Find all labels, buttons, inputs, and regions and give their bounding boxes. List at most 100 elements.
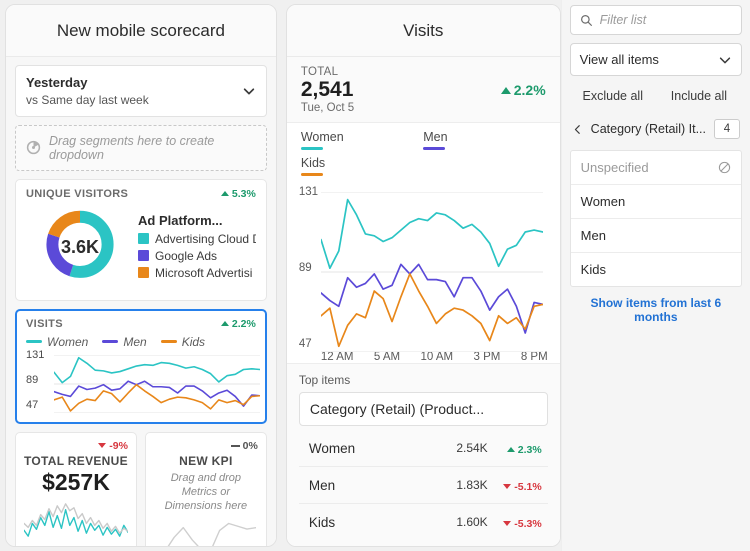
- triangle-up-icon: [220, 321, 229, 327]
- list-item[interactable]: Unspecified: [570, 151, 741, 185]
- list-item-label: Kids: [580, 262, 606, 277]
- chevron-down-icon: [719, 56, 731, 63]
- visits-mini-chart: 131 89 47: [26, 348, 256, 417]
- table-row[interactable]: Men 1.83K -5.1%: [298, 467, 548, 504]
- scorecard-preview-panel: New mobile scorecard Yesterday vs Same d…: [5, 4, 277, 547]
- category-breadcrumb: Category (Retail) It... 4: [570, 114, 742, 144]
- tile-title: TOTAL REVENUE: [24, 453, 128, 468]
- row-value: 2.54K: [456, 441, 488, 455]
- detail-line-chart: 131 89 47: [287, 184, 560, 351]
- filter-list-input[interactable]: Filter list: [569, 5, 742, 35]
- total-delta: 2.2%: [500, 82, 546, 99]
- include-all-button[interactable]: Include all: [656, 82, 742, 110]
- legend-item: Google Ads: [138, 249, 256, 263]
- row-delta: 2.3%: [498, 439, 542, 457]
- x-tick-label: 5 AM: [373, 351, 401, 363]
- tile-delta: -9%: [98, 440, 128, 452]
- tile-title: NEW KPI: [179, 453, 233, 468]
- triangle-up-icon: [506, 447, 515, 452]
- x-axis-labels: 12 AM 5 AM 10 AM 3 PM 8 PM: [287, 351, 560, 363]
- category-name: Category (Retail) It...: [590, 122, 706, 136]
- detail-total: TOTAL 2,541 Tue, Oct 5 2.2%: [286, 57, 560, 124]
- search-icon: [580, 14, 592, 26]
- legend-label: Advertising Cloud D: [155, 231, 256, 246]
- list-item-label: Women: [580, 194, 626, 209]
- legend-item: Kids: [160, 334, 206, 349]
- tile-unique-visitors[interactable]: UNIQUE VISITORS 5.3% 3.6K Ad Platform...…: [15, 178, 267, 301]
- legend-color-bar: [300, 173, 323, 177]
- tile-delta: 5.3%: [220, 187, 256, 200]
- legend-item: Microsoft Advertisi: [138, 266, 256, 280]
- donut-svg: [46, 210, 114, 278]
- new-kpi-sparkline: [156, 520, 256, 546]
- date-range-value: Yesterday: [26, 75, 88, 90]
- date-range-comparison: vs Same day last week: [26, 92, 149, 107]
- legend-swatch: [138, 233, 149, 245]
- donut-legend: Ad Platform... Advertising Cloud D Googl…: [134, 213, 256, 283]
- row-name: Kids: [308, 514, 336, 530]
- legend-label: Kids: [300, 156, 326, 171]
- table-row[interactable]: Kids 1.60K -5.3%: [298, 504, 548, 540]
- list-item[interactable]: Women: [570, 185, 741, 219]
- legend-label: Microsoft Advertisi: [155, 265, 253, 280]
- legend-item: Advertising Cloud D: [138, 232, 256, 246]
- legend-item: Women: [26, 335, 88, 349]
- legend-line-swatch: [160, 340, 177, 343]
- row-delta-value: -5.1%: [514, 480, 542, 493]
- top-items-dimension-select[interactable]: Category (Retail) (Product...: [298, 392, 548, 426]
- tile-total-revenue[interactable]: -9% TOTAL REVENUE $257K: [15, 431, 137, 546]
- y-tick-label: 47: [26, 398, 39, 411]
- legend-item-men[interactable]: Men: [423, 130, 545, 151]
- y-tick-label: 47: [298, 338, 312, 351]
- tile-header: VISITS 2.2%: [26, 318, 256, 330]
- date-range-selector[interactable]: Yesterday vs Same day last week: [15, 65, 267, 117]
- filter-rail: Filter list View all items Exclude all I…: [560, 0, 750, 551]
- tile-title: UNIQUE VISITORS: [26, 187, 129, 200]
- tile-delta-value: -9%: [109, 439, 128, 452]
- total-value: 2,541: [300, 78, 354, 101]
- view-selector[interactable]: View all items: [569, 43, 742, 76]
- list-item-label: Unspecified: [580, 160, 649, 175]
- y-tick-label: 89: [298, 262, 312, 275]
- tile-visits[interactable]: VISITS 2.2% Women Men Kids 131 89 47: [15, 308, 267, 424]
- visits-mini-svg: [54, 355, 260, 413]
- top-items-section: Top items Category (Retail) (Product... …: [286, 363, 560, 546]
- tile-delta-value: 5.3%: [231, 187, 256, 200]
- row-name: Men: [308, 477, 336, 493]
- show-more-link[interactable]: Show items from last 6 months: [570, 287, 742, 324]
- tile-delta: 2.2%: [220, 318, 256, 330]
- total-label: TOTAL: [300, 66, 339, 78]
- chevron-down-icon: [243, 88, 255, 95]
- scorecard-canvas: Yesterday vs Same day last week Drag seg…: [6, 57, 276, 546]
- tile-hint: Drag and drop Metrics or Dimensions here: [164, 471, 248, 513]
- legend-label: Google Ads: [155, 248, 218, 263]
- segment-dropzone-label: Drag segments here to create dropdown: [49, 133, 215, 162]
- legend-swatch: [138, 267, 149, 279]
- segment-dropzone[interactable]: Drag segments here to create dropdown: [15, 124, 267, 171]
- tile-delta-line: 0%: [154, 440, 258, 452]
- x-tick-label: 10 AM: [420, 351, 454, 363]
- include-exclude-row: Exclude all Include all: [570, 82, 742, 110]
- tile-delta-value: 0%: [242, 439, 258, 452]
- total-delta-value: 2.2%: [513, 82, 546, 99]
- top-items-list: Women 2.54K 2.3% Men 1.83K -5.1% Kids 1.…: [298, 430, 548, 540]
- detail-panel: Visits TOTAL 2,541 Tue, Oct 5 2.2% Women…: [285, 4, 561, 547]
- revenue-sparkline: [24, 500, 128, 540]
- legend-item: Men: [102, 335, 147, 349]
- legend-item-women[interactable]: Women: [300, 130, 423, 151]
- ban-icon: [718, 161, 731, 174]
- total-date: Tue, Oct 5: [300, 102, 355, 115]
- tile-new-kpi[interactable]: 0% NEW KPI Drag and drop Metrics or Dime…: [144, 431, 267, 546]
- legend-label: Kids: [181, 334, 206, 349]
- legend-color-bar: [423, 147, 446, 151]
- dimension-item-list: Unspecified Women Men Kids: [569, 150, 742, 287]
- y-tick-label: 131: [26, 348, 45, 361]
- legend-color-bar: [300, 147, 323, 151]
- exclude-all-button[interactable]: Exclude all: [570, 82, 656, 110]
- scorecard-builder: New mobile scorecard Yesterday vs Same d…: [0, 0, 750, 551]
- table-row[interactable]: Women 2.54K 2.3%: [298, 430, 548, 467]
- chevron-left-icon[interactable]: [572, 124, 583, 135]
- legend-item-kids[interactable]: Kids: [300, 156, 423, 177]
- list-item[interactable]: Men: [570, 219, 741, 253]
- list-item[interactable]: Kids: [571, 253, 741, 286]
